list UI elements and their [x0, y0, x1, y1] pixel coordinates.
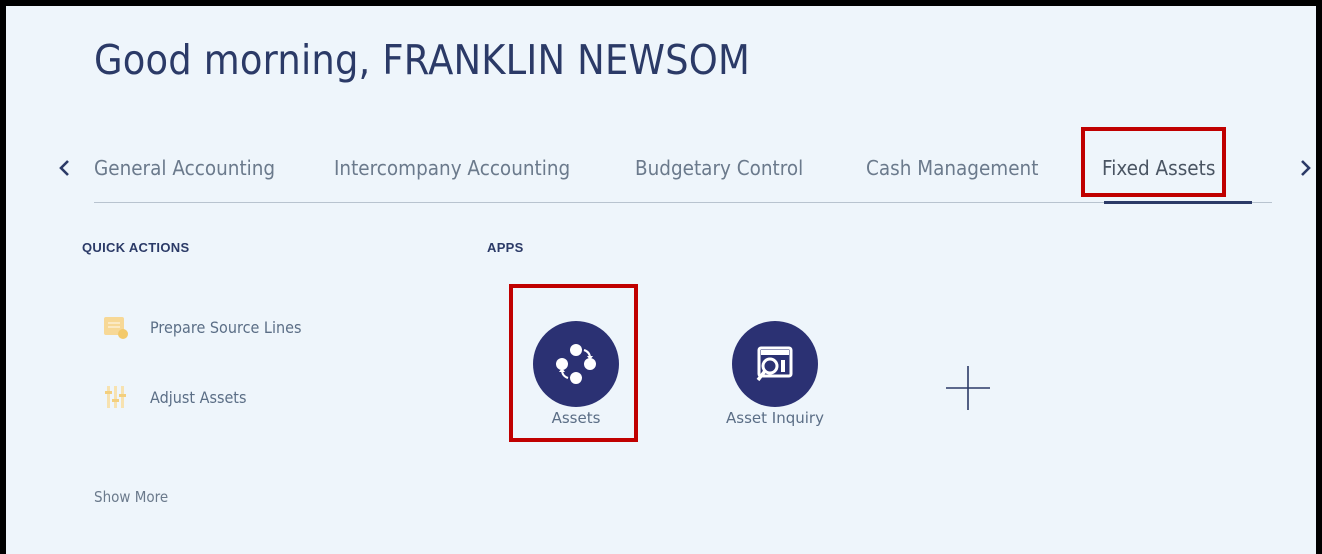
quick-action-label: Prepare Source Lines	[150, 317, 302, 337]
assets-app-highlight	[509, 284, 638, 442]
app-label: Asset Inquiry	[726, 409, 824, 427]
app-asset-inquiry[interactable]: Asset Inquiry	[715, 321, 835, 427]
chevron-right-icon[interactable]	[1293, 156, 1317, 180]
page-title: Good morning, FRANKLIN NEWSOM	[94, 36, 750, 84]
plus-icon[interactable]	[944, 364, 992, 412]
tab-intercompany-accounting[interactable]: Intercompany Accounting	[334, 156, 570, 180]
prepare-source-lines-icon	[104, 317, 128, 339]
fixed-assets-highlight	[1081, 127, 1226, 197]
quick-action-prepare-source-lines[interactable]: Prepare Source Lines	[102, 312, 318, 342]
active-tab-indicator	[1104, 201, 1252, 204]
quick-action-adjust-assets[interactable]: Adjust Assets	[102, 382, 257, 412]
quick-action-label: Adjust Assets	[150, 387, 247, 407]
apps-title: APPS	[487, 240, 524, 255]
app-asset-inquiry-tile	[732, 321, 818, 407]
tab-general-accounting[interactable]: General Accounting	[94, 156, 275, 180]
tab-budgetary-control[interactable]: Budgetary Control	[635, 156, 803, 180]
quick-actions-title: QUICK ACTIONS	[82, 240, 190, 255]
page-frame: Good morning, FRANKLIN NEWSOM General Ac…	[0, 0, 1322, 554]
chevron-left-icon[interactable]	[53, 156, 77, 180]
tab-cash-management[interactable]: Cash Management	[866, 156, 1038, 180]
adjust-assets-icon	[105, 386, 126, 408]
asset-inquiry-icon	[756, 346, 793, 382]
show-more-link[interactable]: Show More	[94, 488, 168, 506]
